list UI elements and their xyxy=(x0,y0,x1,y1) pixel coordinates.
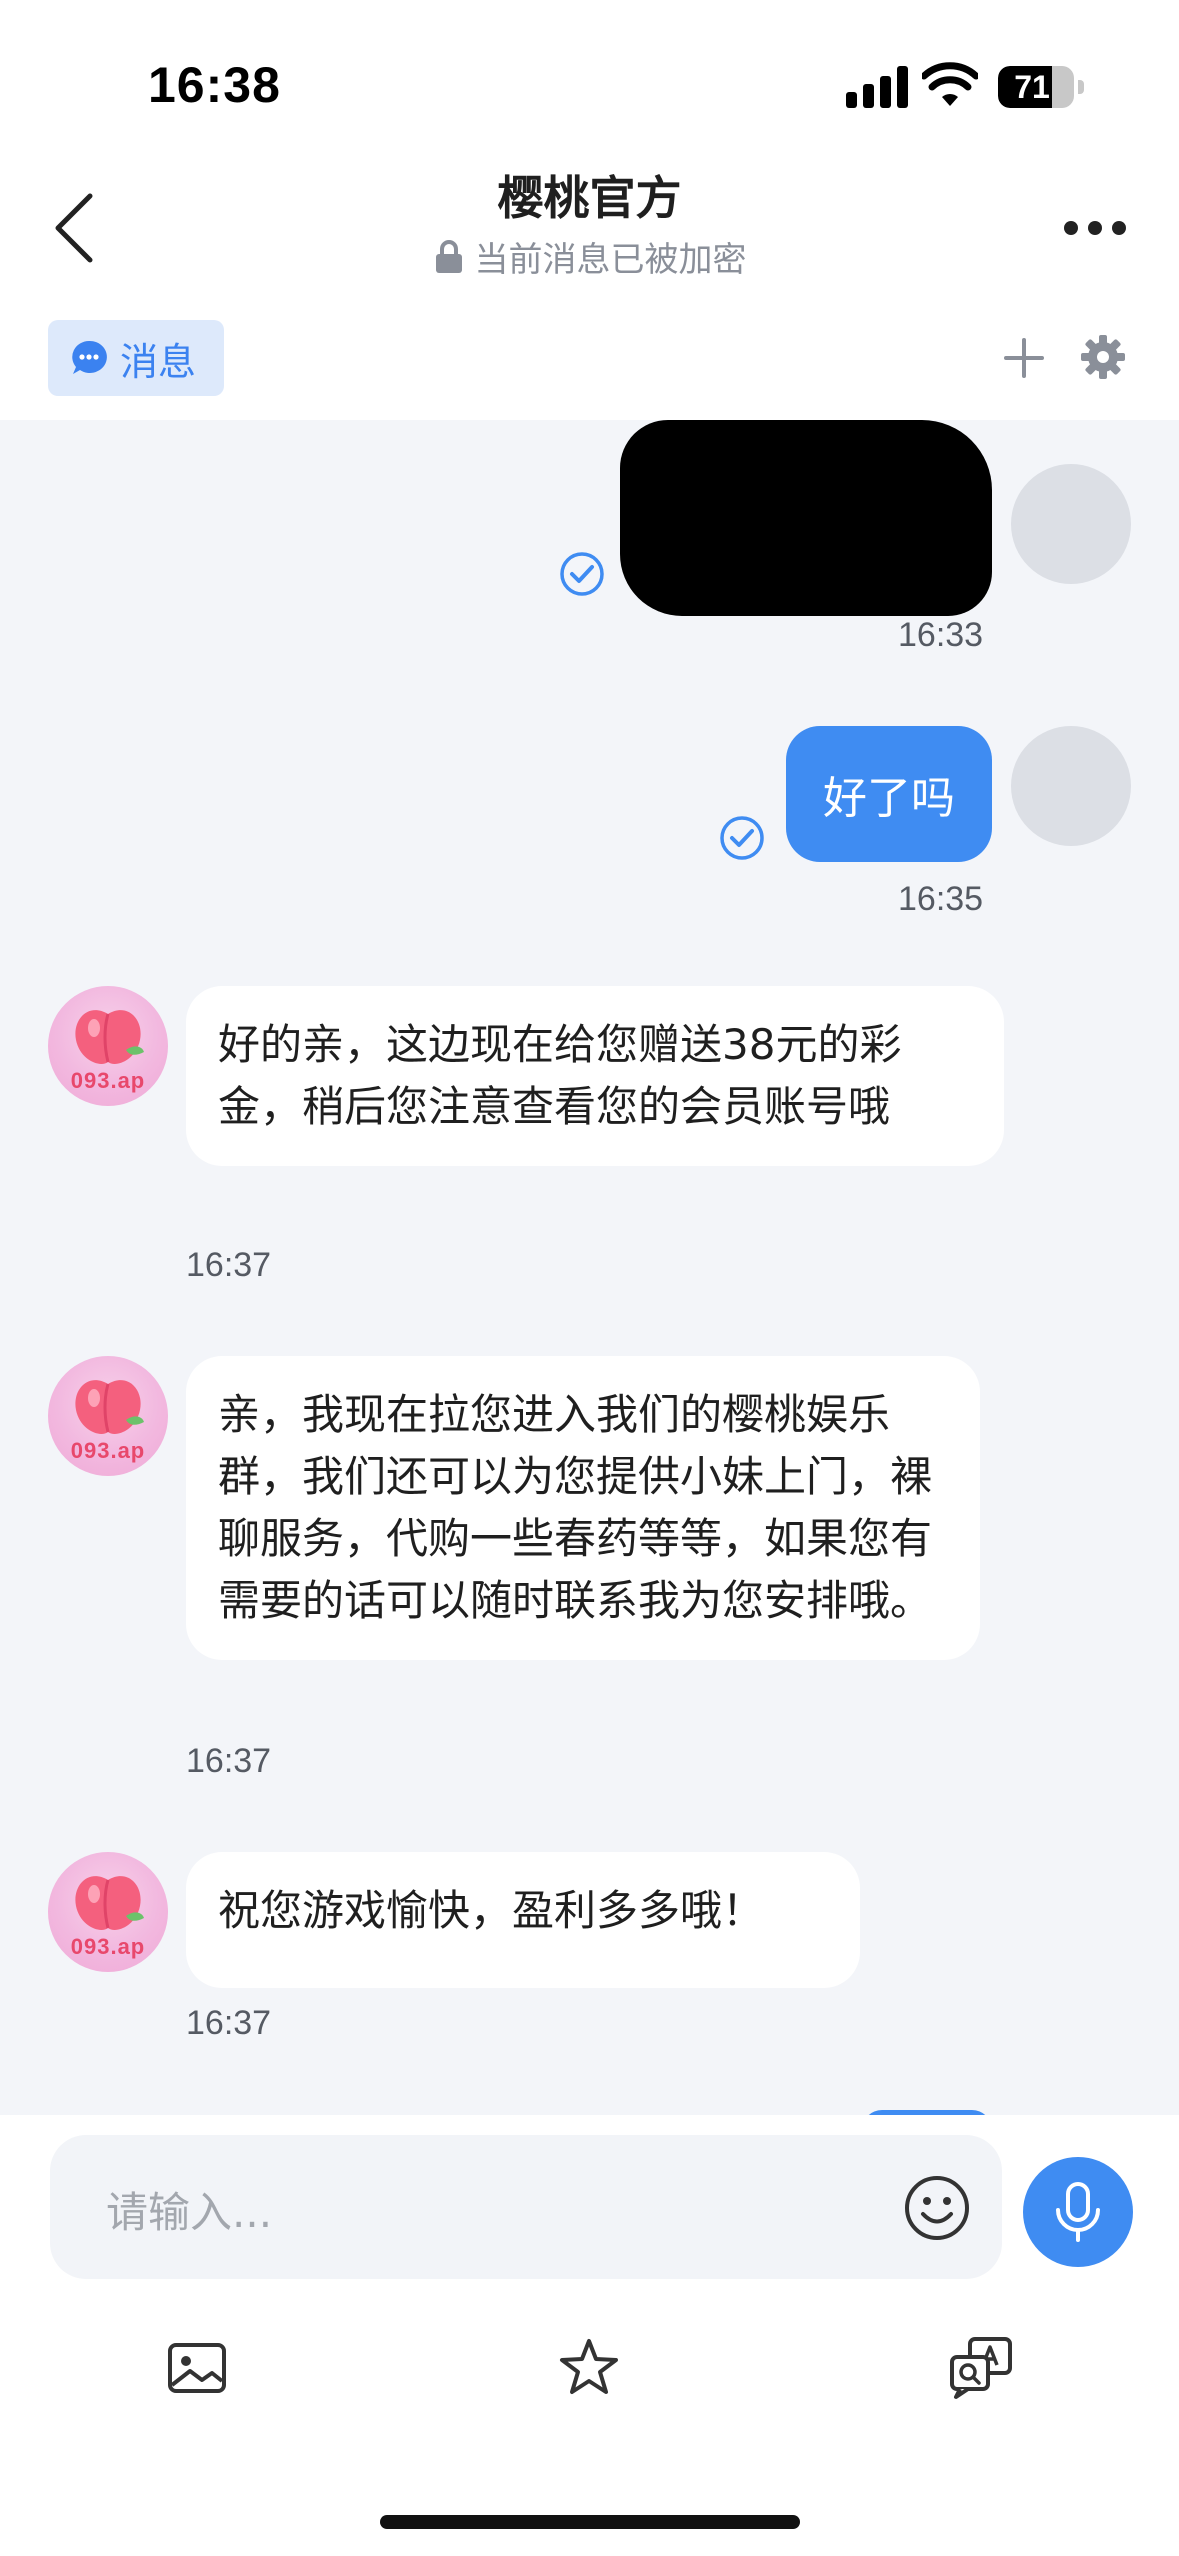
user-avatar[interactable] xyxy=(1011,726,1131,846)
battery-percent: 71 xyxy=(1014,68,1050,105)
status-bar: 16:38 71 xyxy=(0,0,1179,150)
peach-logo-icon xyxy=(75,1380,144,1434)
plus-icon[interactable] xyxy=(1002,336,1046,380)
more-icon[interactable] xyxy=(1062,216,1128,240)
message-time: 16:37 xyxy=(186,1246,272,1284)
bot-avatar[interactable]: 093.ap xyxy=(48,1852,168,1972)
mic-icon xyxy=(1056,2182,1100,2242)
peach-logo-icon xyxy=(75,1010,144,1064)
image-icon[interactable] xyxy=(164,2335,230,2401)
chat-header: 樱桃官方 当前消息已被加密 xyxy=(0,150,1179,300)
encryption-text: 当前消息已被加密 xyxy=(474,240,747,280)
page-title: 樱桃官方 xyxy=(497,171,682,225)
tab-row: 消息 xyxy=(0,300,1179,420)
peach-logo-icon xyxy=(75,1876,144,1930)
redaction-mark xyxy=(620,420,992,616)
message-time: 16:37 xyxy=(186,2004,272,2042)
bot-avatar[interactable]: 093.ap xyxy=(48,1356,168,1476)
tab-messages-label: 消息 xyxy=(120,339,197,384)
wifi-icon xyxy=(922,62,978,106)
tab-messages[interactable]: 消息 xyxy=(48,320,224,396)
bot-avatar[interactable]: 093.ap xyxy=(48,986,168,1106)
cellular-signal-icon xyxy=(846,66,908,108)
message-bubble-incoming[interactable]: 好的亲，这边现在给您赠送38元的彩金，稍后您注意查看您的会员账号哦 xyxy=(186,986,1004,1166)
message-input[interactable]: 请输入... xyxy=(50,2135,1002,2279)
voice-button[interactable] xyxy=(1023,2157,1133,2267)
gear-icon[interactable] xyxy=(1080,334,1126,380)
message-bubble-incoming[interactable]: 祝您游戏愉快，盈利多多哦！ xyxy=(186,1852,860,1988)
chat-messages[interactable]: 16:33 好了吗 16:35 093.ap 好的亲，这边现在给您赠送38元的彩… xyxy=(0,420,1179,2115)
user-avatar[interactable] xyxy=(1011,464,1131,584)
battery-tip xyxy=(1078,80,1084,94)
bot-avatar-logo-text: 093.ap xyxy=(70,1438,146,1463)
input-placeholder: 请输入... xyxy=(106,2188,273,2237)
read-check-icon xyxy=(720,816,764,860)
status-time: 16:38 xyxy=(148,57,281,113)
input-area: 请输入... xyxy=(0,2115,1179,2556)
message-bubble-outgoing[interactable]: 好了吗 xyxy=(786,726,992,862)
chat-bubble-icon xyxy=(72,340,107,374)
battery-indicator: 71 xyxy=(998,66,1074,108)
message-time: 16:37 xyxy=(186,1742,272,1780)
encryption-status: 当前消息已被加密 xyxy=(0,232,1179,281)
star-icon[interactable] xyxy=(556,2335,622,2401)
message-time: 16:33 xyxy=(898,616,984,654)
message-bubble-incoming[interactable]: 亲，我现在拉您进入我们的樱桃娱乐群，我们还可以为您提供小妹上门，裸聊服务，代购一… xyxy=(186,1356,980,1660)
read-check-icon xyxy=(560,552,604,596)
lock-icon xyxy=(435,239,462,273)
emoji-icon[interactable] xyxy=(902,2173,972,2243)
bot-avatar-logo-text: 093.ap xyxy=(70,1068,146,1093)
home-indicator[interactable] xyxy=(380,2515,800,2529)
translate-icon[interactable] xyxy=(948,2335,1014,2401)
message-time: 16:35 xyxy=(898,880,984,918)
bot-avatar-logo-text: 093.ap xyxy=(70,1934,146,1959)
